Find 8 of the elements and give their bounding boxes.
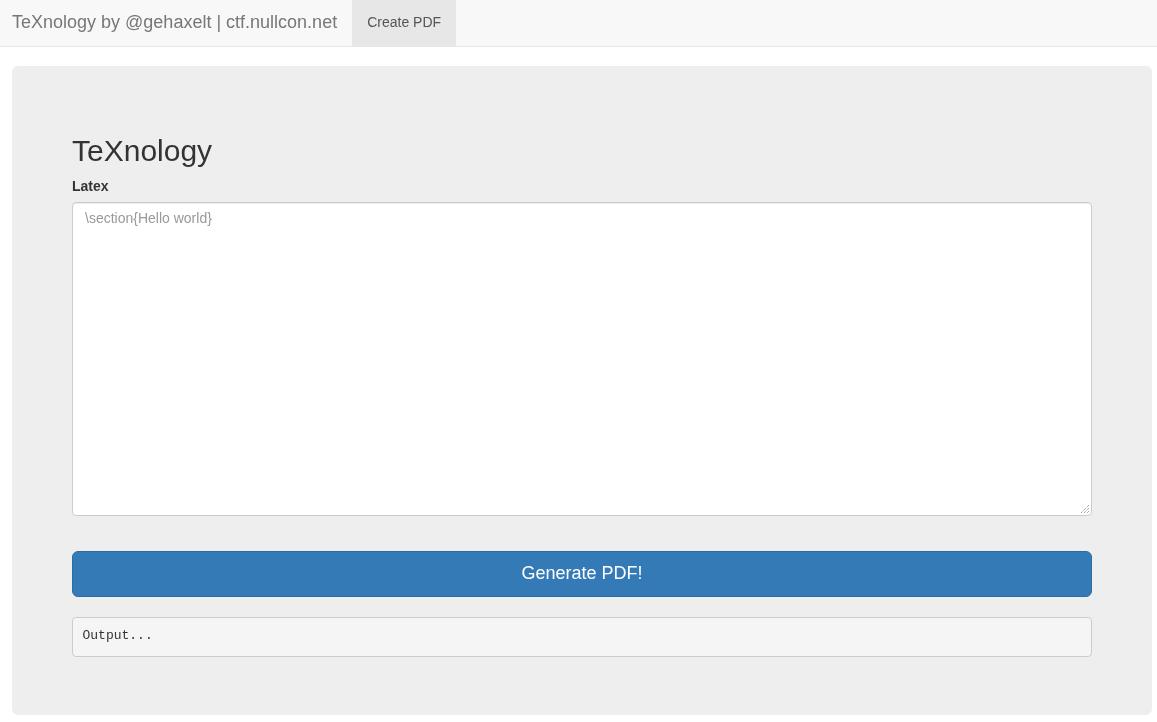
- field-label: Latex: [72, 177, 109, 196]
- brand-link[interactable]: TeXnology by @gehaxelt | ctf.nullcon.net: [0, 0, 353, 46]
- nav-tab[interactable]: Create PDF: [352, 0, 457, 46]
- resize-grip-icon[interactable]: [1081, 505, 1089, 513]
- page-heading: TeXnology: [72, 134, 214, 167]
- generate-pdf-button[interactable]: Generate PDF!: [72, 551, 1092, 597]
- output-area: Output...: [72, 617, 1092, 657]
- latex-input-field[interactable]: \section{Hello world}: [72, 202, 1092, 516]
